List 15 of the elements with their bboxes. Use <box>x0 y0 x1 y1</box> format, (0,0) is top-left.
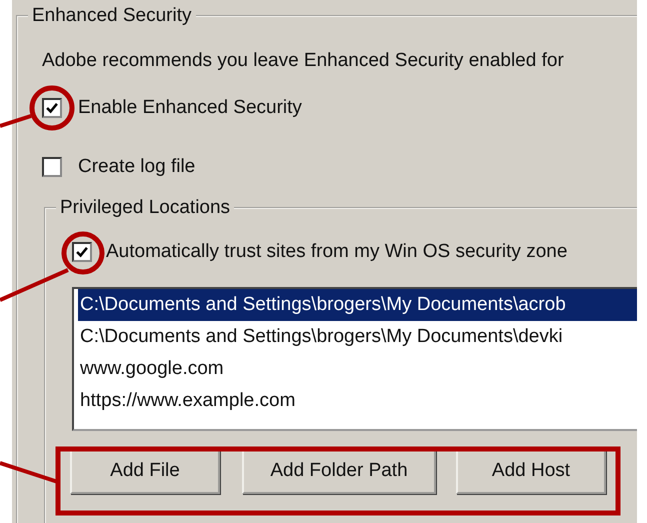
list-item[interactable]: C:\Documents and Settings\brogers\My Documents\devki <box>78 321 637 353</box>
checkbox[interactable] <box>42 157 62 177</box>
check-icon <box>45 101 59 115</box>
description-text: Adobe recommends you leave Enhanced Security enabled for <box>42 50 565 72</box>
list-item[interactable]: https://www.example.com <box>78 385 637 417</box>
checkbox[interactable] <box>42 98 62 118</box>
group-title: Privileged Locations <box>59 197 232 219</box>
check-icon <box>75 245 89 259</box>
list-item[interactable]: www.google.com <box>78 353 637 385</box>
group-title: Enhanced Security <box>31 5 192 27</box>
checkbox-label: Create log file <box>78 156 196 178</box>
list-item[interactable]: C:\Documents and Settings\brogers\My Documents\acrob <box>78 289 637 321</box>
checkbox-label: Enable Enhanced Security <box>78 97 302 119</box>
checkbox-label: Automatically trust sites from my Win OS security zone <box>106 241 568 263</box>
checkbox[interactable] <box>72 242 92 262</box>
